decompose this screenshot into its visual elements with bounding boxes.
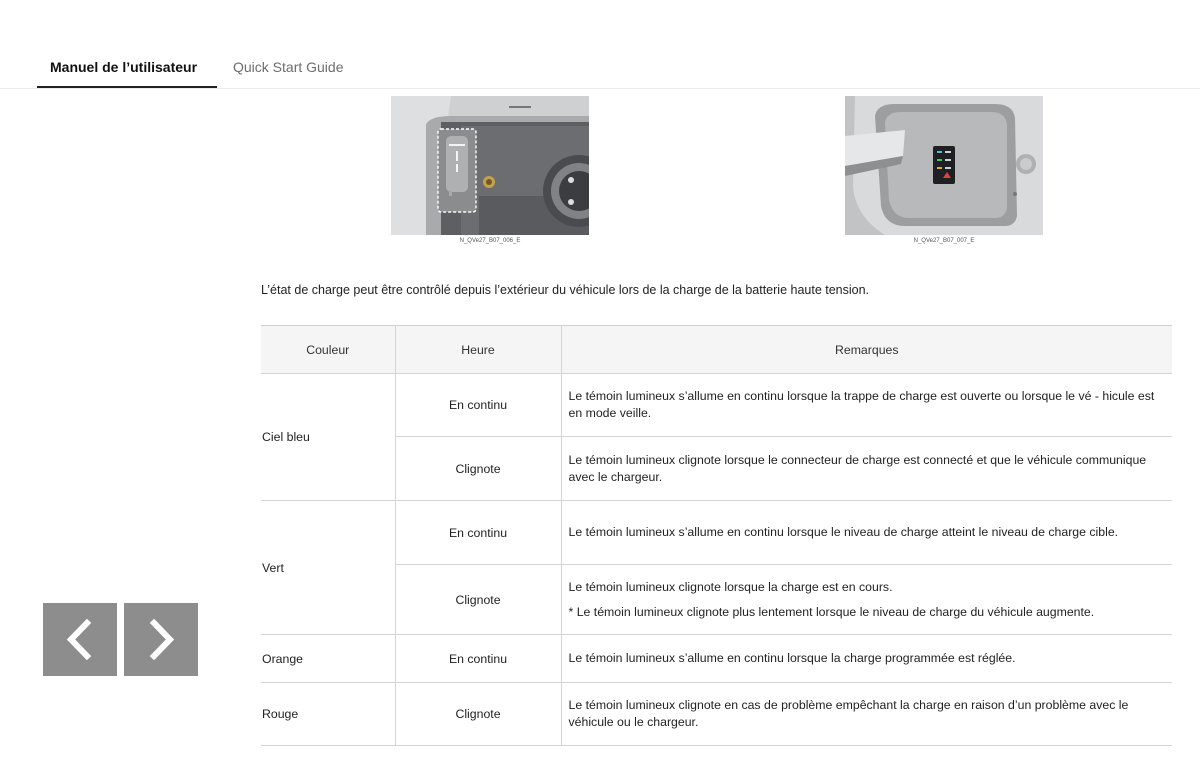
table-row: Rouge Clignote Le témoin lumineux cligno…	[261, 682, 1172, 746]
next-page-button[interactable]	[124, 603, 198, 676]
header-heure: Heure	[394, 325, 562, 374]
charging-port-indicator-photo	[391, 96, 589, 235]
tab-quick-start-guide[interactable]: Quick Start Guide	[233, 59, 344, 75]
table-header-row: Couleur Heure Remarques	[261, 325, 1172, 374]
intro-paragraph: L’état de charge peut être contrôlé depu…	[261, 283, 870, 297]
previous-page-button[interactable]	[43, 603, 117, 676]
remark-note: * Le témoin lumineux clignote plus lente…	[568, 604, 1095, 619]
remark-cell: Le témoin lumineux clignote lorsque le c…	[560, 436, 1172, 501]
color-cell: Orange	[261, 634, 396, 683]
tab-user-manual[interactable]: Manuel de l’utilisateur	[50, 59, 197, 75]
time-cell: En continu	[394, 500, 562, 565]
time-cell: Clignote	[395, 436, 562, 501]
remark-text: Le témoin lumineux clignote lorsque la c…	[568, 579, 893, 594]
figure-caption: N_QVe27_B07_006_E	[459, 238, 521, 244]
remark-cell: Le témoin lumineux clignote lorsque la c…	[560, 564, 1172, 635]
charge-status-table: Couleur Heure Remarques Ciel bleu En con…	[261, 325, 1172, 746]
table-row: Orange En continu Le témoin lumineux s’a…	[261, 634, 1172, 683]
active-tab-indicator	[37, 86, 217, 88]
remark-cell: Le témoin lumineux s’allume en continu l…	[560, 373, 1172, 437]
time-cell: En continu	[394, 373, 562, 437]
table-row: Ciel bleu En continu Le témoin lumineux …	[261, 373, 1172, 501]
chevron-left-icon	[66, 618, 92, 661]
color-cell: Vert	[261, 500, 396, 635]
figure-caption: N_QVe27_B07_007_E	[913, 238, 975, 244]
chevron-right-icon	[149, 618, 175, 661]
table-row: Clignote Le témoin lumineux clignote lor…	[261, 436, 1172, 501]
header-remarques: Remarques	[560, 325, 1172, 374]
remark-cell: Le témoin lumineux s’allume en continu l…	[560, 634, 1172, 683]
charge-door-indicator-photo	[845, 96, 1043, 235]
table-row: Vert En continu Le témoin lumineux s’all…	[261, 500, 1172, 635]
time-cell: Clignote	[394, 682, 562, 746]
time-cell: En continu	[394, 634, 562, 683]
table-row: Clignote Le témoin lumineux clignote lor…	[261, 564, 1172, 635]
time-cell: Clignote	[395, 564, 562, 635]
color-cell: Ciel bleu	[261, 373, 396, 501]
tab-bar: Manuel de l’utilisateur Quick Start Guid…	[0, 0, 1200, 89]
color-cell: Rouge	[261, 682, 396, 746]
remark-cell: Le témoin lumineux s’allume en continu l…	[560, 500, 1172, 565]
header-couleur: Couleur	[261, 325, 396, 374]
remark-cell: Le témoin lumineux clignote en cas de pr…	[560, 682, 1172, 746]
